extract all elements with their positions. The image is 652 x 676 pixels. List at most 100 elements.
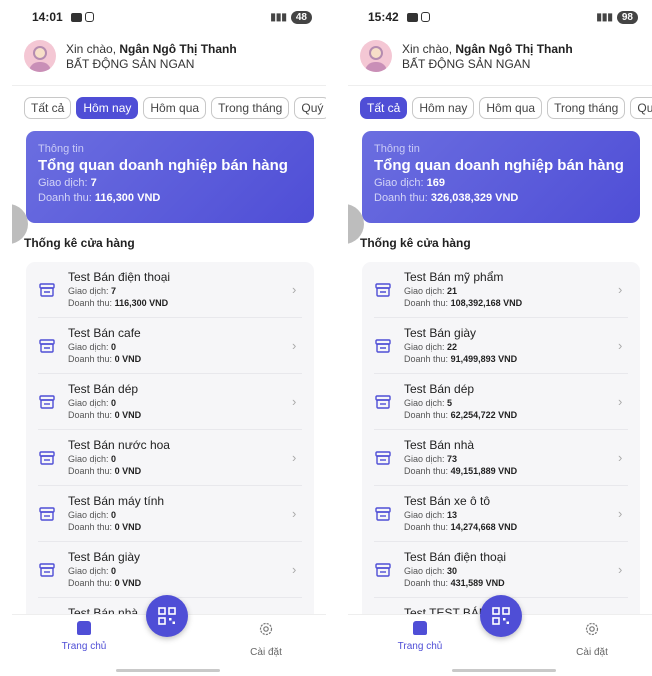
store-revenue: Doanh thu: 431,589 VND <box>404 577 618 589</box>
store-icon <box>375 338 391 353</box>
tab-this-month[interactable]: Trong tháng <box>211 97 290 119</box>
store-list[interactable]: Test Bán mỹ phẩm Giao dịch: 21 Doanh thu… <box>362 262 640 614</box>
store-info: Test Bán máy tính Giao dịch: 0 Doanh thu… <box>68 494 292 533</box>
system-home-bar[interactable] <box>452 669 556 672</box>
store-icon <box>39 562 55 577</box>
tab-this-month[interactable]: Trong tháng <box>547 97 626 119</box>
greeting: Xin chào, Ngân Ngô Thị Thanh BẤT ĐỘNG SẢ… <box>24 40 237 72</box>
store-revenue: Doanh thu: 0 VND <box>68 521 292 533</box>
overview-card[interactable]: Thông tin Tổng quan doanh nghiệp bán hàn… <box>362 131 640 223</box>
store-name: Test Bán giày <box>404 326 477 340</box>
greeting-line: Xin chào, Ngân Ngô Thị Thanh <box>402 42 573 57</box>
qr-code-icon <box>158 607 176 625</box>
tab-yesterday[interactable]: Hôm qua <box>143 97 207 119</box>
store-row[interactable]: Test Bán điện thoại Giao dịch: 30 Doanh … <box>374 542 628 598</box>
store-name: Test Bán cafe <box>68 326 141 340</box>
store-revenue: Doanh thu: 0 VND <box>68 465 292 477</box>
store-tx-label: Giao dịch: <box>68 566 109 576</box>
store-row[interactable]: Test Bán máy tính Giao dịch: 0 Doanh thu… <box>38 486 302 542</box>
store-icon <box>375 562 391 577</box>
store-icon <box>375 450 391 465</box>
tab-today[interactable]: Hôm nay <box>412 97 475 119</box>
chevron-right-icon: › <box>618 450 623 465</box>
store-name: Test Bán nước hoa <box>68 438 170 452</box>
store-row[interactable]: Test Bán xe ô tô Giao dịch: 13 Doanh thu… <box>374 486 628 542</box>
store-row[interactable]: Test Bán giày Giao dịch: 22 Doanh thu: 9… <box>374 318 628 374</box>
qr-scan-button[interactable] <box>480 595 522 637</box>
settings-gear-icon <box>259 622 273 636</box>
user-name: Ngân Ngô Thị Thanh <box>119 41 237 56</box>
store-icon <box>39 394 55 409</box>
store-tx-value: 0 <box>111 510 117 520</box>
store-icon <box>39 450 55 465</box>
qr-code-icon <box>492 607 510 625</box>
home-icon <box>77 621 91 635</box>
overview-rev-value: 116,300 VND <box>94 192 161 204</box>
system-home-bar[interactable] <box>116 669 220 672</box>
store-row[interactable]: Test Bán nhà Giao dịch: 73 Doanh thu: 49… <box>374 430 628 486</box>
avatar-body <box>29 62 51 72</box>
store-tx-label: Giao dịch: <box>404 342 445 352</box>
store-icon <box>375 394 391 409</box>
store-transactions: Giao dịch: 0 <box>68 397 292 409</box>
battery-level: 48 <box>290 10 312 24</box>
store-tx-label: Giao dịch: <box>404 286 445 296</box>
tab-all[interactable]: Tất cả <box>24 97 72 119</box>
store-tx-value: 0 <box>111 454 117 464</box>
tab-all[interactable]: Tất cả <box>360 97 408 119</box>
store-row[interactable]: Test Bán nước hoa Giao dịch: 0 Doanh thu… <box>38 430 302 486</box>
qr-scan-button[interactable] <box>146 595 188 637</box>
store-rev-label: Doanh thu: <box>68 354 113 364</box>
store-list[interactable]: Test Bán điện thoại Giao dịch: 7 Doanh t… <box>26 262 314 614</box>
tab-today[interactable]: Hôm nay <box>76 97 139 119</box>
store-row[interactable]: Test Bán giày Giao dịch: 0 Doanh thu: 0 … <box>38 542 302 598</box>
phone-screen-left: 14:01 ▮▮▮ 48 Xin chào, Ngân Ngô Thị Than… <box>12 0 326 676</box>
nav-home-label: Trang chủ <box>397 641 443 652</box>
store-revenue: Doanh thu: 62,254,722 VND <box>404 409 618 421</box>
nav-home[interactable]: Trang chủ <box>390 621 450 652</box>
store-rev-label: Doanh thu: <box>404 466 449 476</box>
store-rev-value: 91,499,893 VND <box>450 354 518 364</box>
store-info: Test Bán cafe Giao dịch: 0 Doanh thu: 0 … <box>68 326 292 365</box>
status-indicators: ▮▮▮ 98 <box>596 10 638 24</box>
store-revenue: Doanh thu: 108,392,168 VND <box>404 297 618 309</box>
avatar[interactable] <box>360 40 392 72</box>
store-rev-label: Doanh thu: <box>404 522 449 532</box>
store-row[interactable]: Test Bán cafe Giao dịch: 0 Doanh thu: 0 … <box>38 318 302 374</box>
avatar[interactable] <box>24 40 56 72</box>
overview-tx-value: 169 <box>426 177 445 189</box>
store-row[interactable]: Test Bán dép Giao dịch: 0 Doanh thu: 0 V… <box>38 374 302 430</box>
section-title: Thống kê cửa hàng <box>360 236 471 250</box>
overview-card[interactable]: Thông tin Tổng quan doanh nghiệp bán hàn… <box>26 131 314 223</box>
overview-tx-label: Giao dịch: <box>374 177 424 189</box>
tab-yesterday[interactable]: Hôm qua <box>479 97 543 119</box>
store-icon <box>39 338 55 353</box>
store-transactions: Giao dịch: 21 <box>404 285 618 297</box>
store-info: Test Bán điện thoại Giao dịch: 7 Doanh t… <box>68 270 292 309</box>
store-row[interactable]: Test Bán điện thoại Giao dịch: 7 Doanh t… <box>38 262 302 318</box>
chevron-right-icon: › <box>618 562 623 577</box>
overview-title: Tổng quan doanh nghiệp bán hàng <box>374 157 624 174</box>
nav-home[interactable]: Trang chủ <box>54 621 114 652</box>
store-revenue: Doanh thu: 116,300 VND <box>68 297 292 309</box>
phone-screen-right: 15:42 ▮▮▮ 98 Xin chào, Ngân Ngô Thị Than… <box>348 0 652 676</box>
nav-settings[interactable]: Cài đặt <box>562 621 622 658</box>
store-transactions: Giao dịch: 30 <box>404 565 618 577</box>
store-info: Test Bán xe ô tô Giao dịch: 13 Doanh thu… <box>404 494 618 533</box>
tab-quarter[interactable]: Quý <box>630 97 652 119</box>
tab-quarter[interactable]: Quý <box>294 97 326 119</box>
store-rev-value: 0 VND <box>114 466 142 476</box>
store-transactions: Giao dịch: 5 <box>404 397 618 409</box>
store-name: Test Bán máy tính <box>68 494 165 508</box>
overview-rev-label: Doanh thu: <box>38 192 92 204</box>
store-row[interactable]: Test Bán dép Giao dịch: 5 Doanh thu: 62,… <box>374 374 628 430</box>
store-info: Test Bán nhà Giao dịch: 73 Doanh thu: 49… <box>404 438 618 477</box>
chevron-right-icon: › <box>292 506 297 521</box>
store-tx-value: 5 <box>447 398 453 408</box>
bottom-nav: Trang chủ Cài đặt <box>348 595 652 676</box>
avatar-body <box>365 62 387 72</box>
store-row[interactable]: Test Bán mỹ phẩm Giao dịch: 21 Doanh thu… <box>374 262 628 318</box>
nav-settings[interactable]: Cài đặt <box>236 621 296 658</box>
store-info: Test Bán giày Giao dịch: 0 Doanh thu: 0 … <box>68 550 292 589</box>
store-info: Test Bán nước hoa Giao dịch: 0 Doanh thu… <box>68 438 292 477</box>
